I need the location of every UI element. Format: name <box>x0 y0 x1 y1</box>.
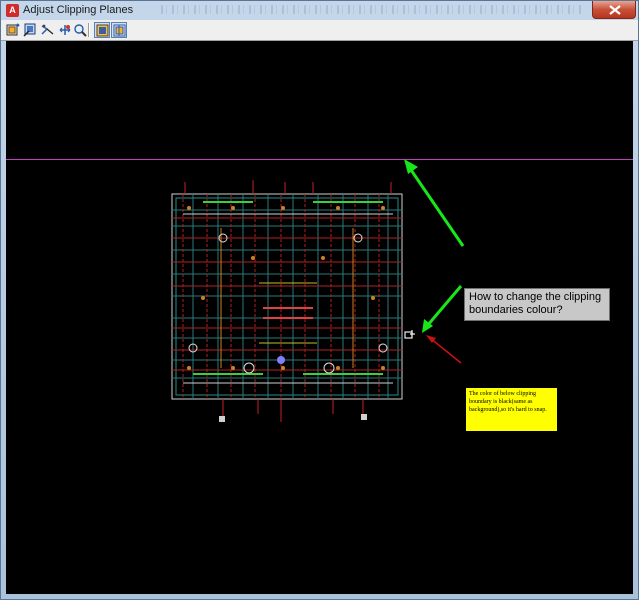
red-arrow <box>426 335 462 364</box>
green-arrow-down <box>422 285 463 333</box>
back-clipping-on-button[interactable] <box>111 22 127 38</box>
pan-button[interactable] <box>57 22 73 38</box>
clipping-window: A Adjust Clipping Planes How to change t… <box>0 0 639 600</box>
zoom-icon <box>74 24 87 37</box>
back-clip-icon <box>23 23 36 37</box>
window-title: Adjust Clipping Planes <box>23 4 134 16</box>
question-callout: How to change the clipping boundaries co… <box>464 288 610 321</box>
drawing-viewport[interactable]: How to change the clipping boundaries co… <box>6 41 633 594</box>
back-clip-on-icon <box>113 24 126 37</box>
toolbar <box>1 20 638 41</box>
create-slice-button[interactable] <box>39 22 55 38</box>
front-clip-icon <box>6 23 20 36</box>
front-clipping-on-button[interactable] <box>94 22 110 38</box>
zoom-button[interactable] <box>72 22 88 38</box>
toolbar-separator <box>88 23 90 37</box>
ucs-icon <box>404 330 415 339</box>
title-bar[interactable]: A Adjust Clipping Planes <box>1 1 638 20</box>
adjust-back-clipping-button[interactable] <box>22 22 38 38</box>
green-arrow-up <box>404 159 465 247</box>
adjust-front-clipping-button[interactable] <box>5 22 21 38</box>
close-icon <box>609 5 621 15</box>
pan-icon <box>59 25 71 35</box>
note-callout: The color of below clipping boundary is … <box>466 388 557 431</box>
close-button[interactable] <box>592 1 636 19</box>
autocad-app-icon[interactable]: A <box>6 4 19 17</box>
title-bar-background <box>161 5 581 14</box>
front-clip-on-icon <box>96 24 109 37</box>
slice-icon <box>41 24 54 35</box>
